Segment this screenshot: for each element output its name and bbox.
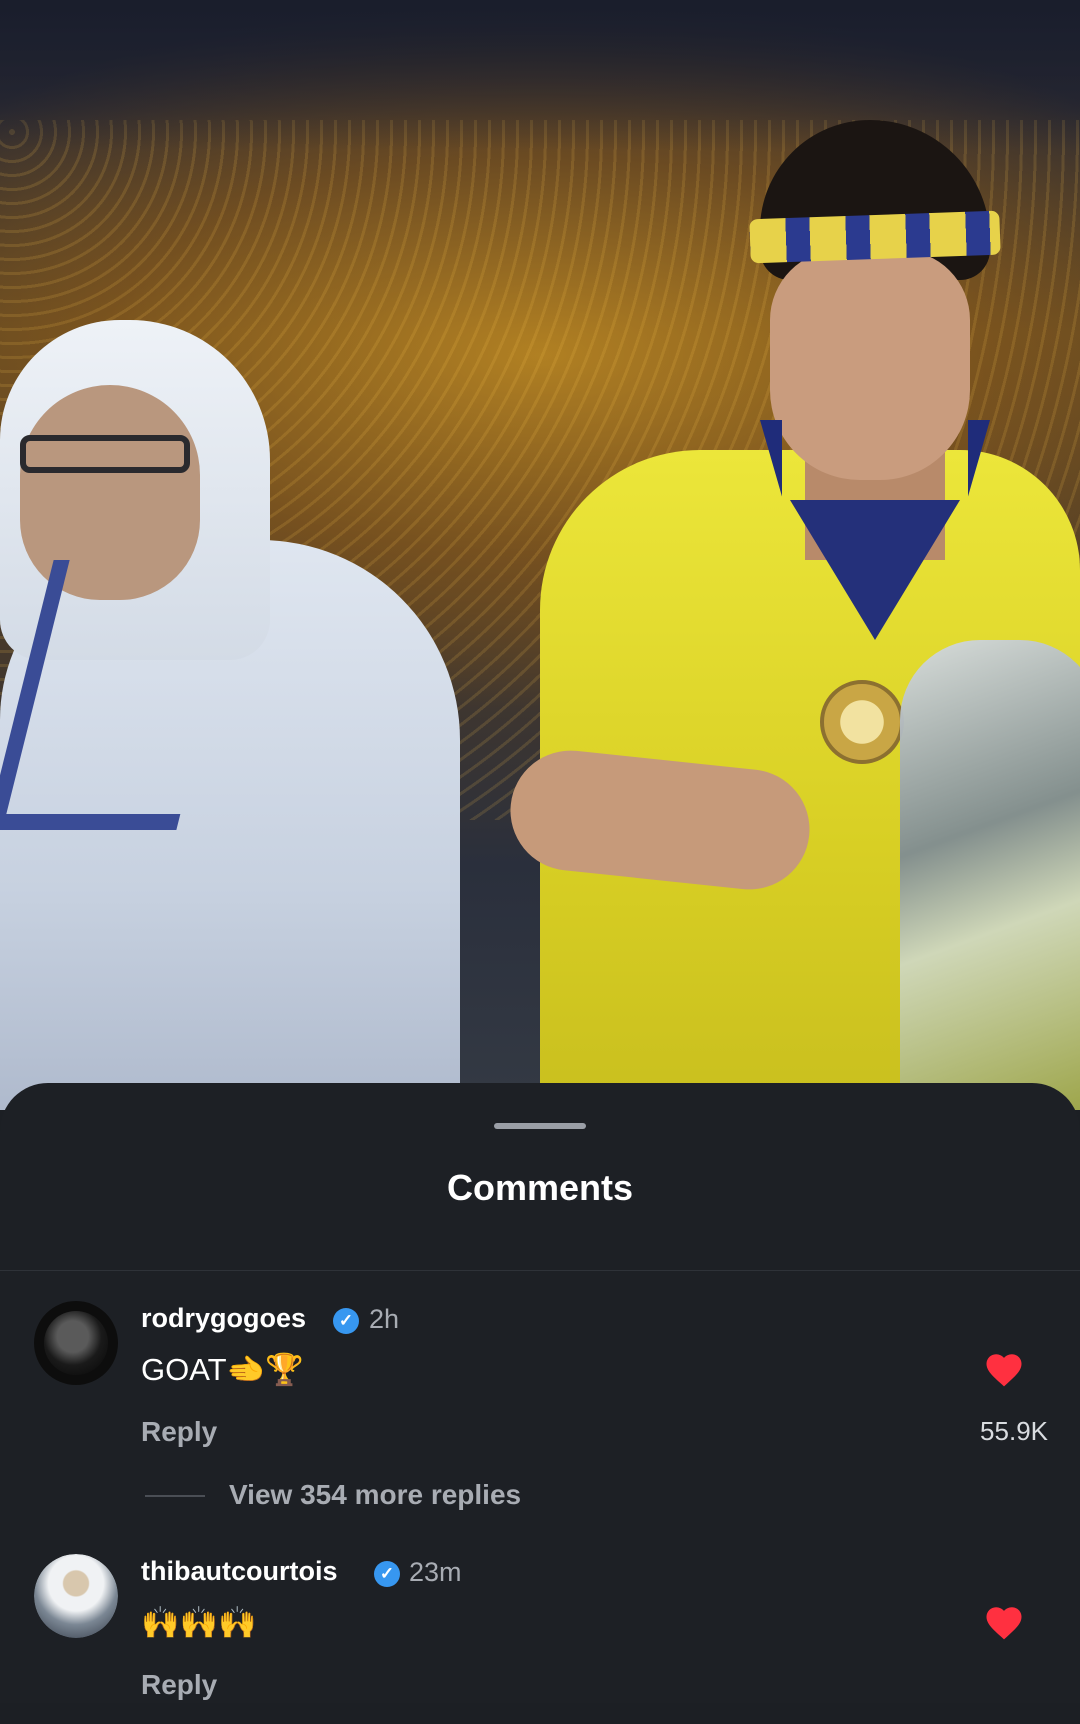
reply-button[interactable]: Reply (141, 1416, 217, 1448)
replies-line (145, 1495, 205, 1497)
official-figure (0, 310, 470, 1110)
player-figure (504, 120, 1080, 1110)
heart-icon[interactable] (983, 1349, 1025, 1391)
comment-text: GOAT🫲🏆 (141, 1352, 304, 1387)
like-count: 55.9K (980, 1416, 1048, 1446)
comment-time: 23m (409, 1557, 462, 1587)
comment-item: rodrygogoes ✓ 2h GOAT🫲🏆 Reply 55.9K (0, 1301, 1080, 1471)
verified-badge-icon: ✓ (374, 1561, 400, 1587)
comment-item: thibautcourtois ✓ 23m 🙌🙌🙌 Reply (0, 1554, 1080, 1724)
divider (0, 1270, 1080, 1271)
avatar[interactable] (34, 1301, 118, 1385)
sheet-drag-handle[interactable] (494, 1123, 586, 1129)
trophy (900, 640, 1080, 1110)
comment-time: 2h (369, 1304, 400, 1334)
comment-username[interactable]: thibautcourtois (141, 1556, 338, 1587)
medal (820, 680, 904, 764)
reel-video[interactable] (0, 0, 1080, 1110)
avatar[interactable] (34, 1554, 118, 1638)
verified-badge-icon: ✓ (333, 1308, 359, 1334)
comment-text: 🙌🙌🙌 (141, 1605, 257, 1640)
comments-sheet: Comments rodrygogoes ✓ 2h GOAT🫲🏆 Reply 5… (0, 1083, 1080, 1703)
sheet-title: Comments (446, 1167, 634, 1208)
heart-icon[interactable] (983, 1602, 1025, 1644)
comment-username[interactable]: rodrygogoes (141, 1303, 306, 1334)
view-replies-button[interactable]: View 354 more replies (0, 1476, 700, 1516)
reply-button[interactable]: Reply (141, 1669, 217, 1701)
view-replies-label: View 354 more replies (229, 1479, 522, 1510)
